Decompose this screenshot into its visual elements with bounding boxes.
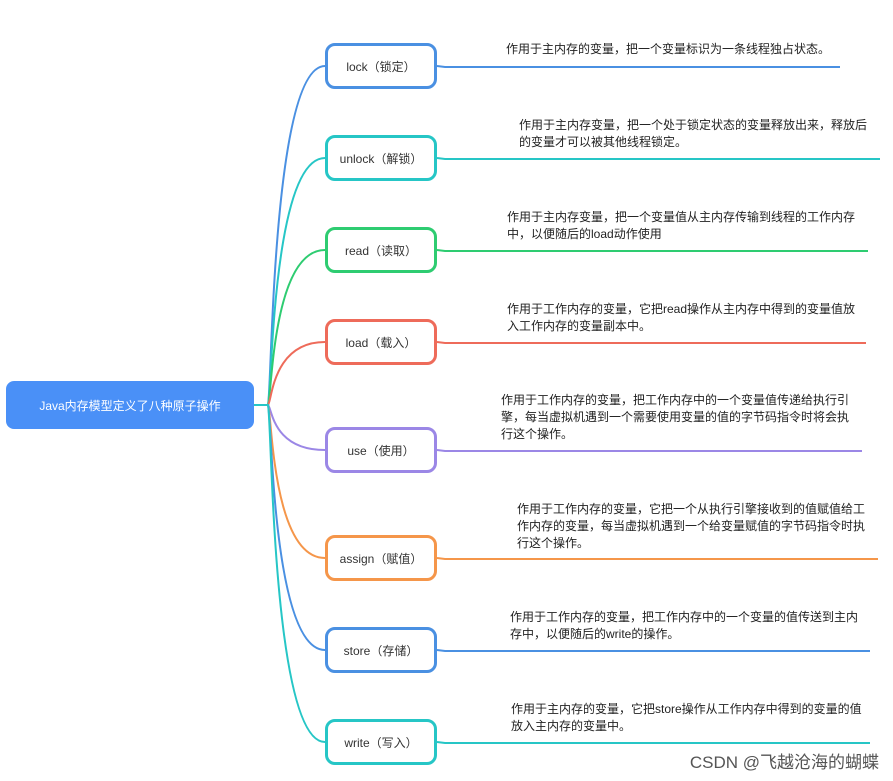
- desc-use: 作用于工作内存的变量，把工作内存中的一个变量值传递给执行引擎，每当虚拟机遇到一个…: [501, 393, 850, 441]
- mind-map: Java内存模型定义了八种原子操作 lock（锁定） 作用于主内存的变量，把一个…: [0, 0, 893, 781]
- desc-load: 作用于工作内存的变量，它把read操作从主内存中得到的变量值放入工作内存的变量副…: [507, 302, 856, 333]
- node-load[interactable]: load（载入）: [325, 319, 437, 365]
- node-use[interactable]: use（使用）: [325, 427, 437, 473]
- node-store[interactable]: store（存储）: [325, 627, 437, 673]
- desc-unlock: 作用于主内存变量，把一个处于锁定状态的变量释放出来，释放后的变量才可以被其他线程…: [519, 118, 868, 149]
- desc-read: 作用于主内存变量，把一个变量值从主内存传输到线程的工作内存中，以便随后的load…: [507, 210, 856, 241]
- description-underline-2: [436, 249, 868, 252]
- connector-4: [254, 404, 326, 451]
- node-read[interactable]: read（读取）: [325, 227, 437, 273]
- description-underline-3: [436, 341, 866, 344]
- watermark: CSDN @飞越沧海的蝴蝶: [689, 753, 879, 772]
- description-underline-7: [436, 741, 870, 744]
- connector-5: [254, 404, 326, 559]
- node-assign[interactable]: assign（赋值）: [325, 535, 437, 581]
- description-underline-1: [436, 157, 880, 160]
- connector-7: [254, 404, 326, 743]
- connector-3: [254, 341, 326, 406]
- node-lock[interactable]: lock（锁定）: [325, 43, 437, 89]
- description-underline-6: [436, 649, 870, 652]
- desc-store: 作用于工作内存的变量，把工作内存中的一个变量的值传送到主内存中，以便随后的wri…: [510, 610, 859, 641]
- desc-lock: 作用于主内存的变量，把一个变量标识为一条线程独占状态。: [506, 42, 831, 56]
- node-write[interactable]: write（写入）: [325, 719, 437, 765]
- connector-0: [254, 65, 326, 406]
- connector-2: [254, 249, 326, 406]
- description-underline-0: [436, 65, 840, 68]
- node-unlock[interactable]: unlock（解锁）: [325, 135, 437, 181]
- desc-write: 作用于主内存的变量，它把store操作从工作内存中得到的变量的值放入主内存的变量…: [511, 702, 862, 733]
- root-node[interactable]: Java内存模型定义了八种原子操作: [6, 381, 254, 429]
- description-underline-5: [436, 557, 878, 560]
- desc-assign: 作用于工作内存的变量，它把一个从执行引擎接收到的值赋值给工作内存的变量，每当虚拟…: [517, 502, 866, 550]
- description-underline-4: [436, 449, 862, 452]
